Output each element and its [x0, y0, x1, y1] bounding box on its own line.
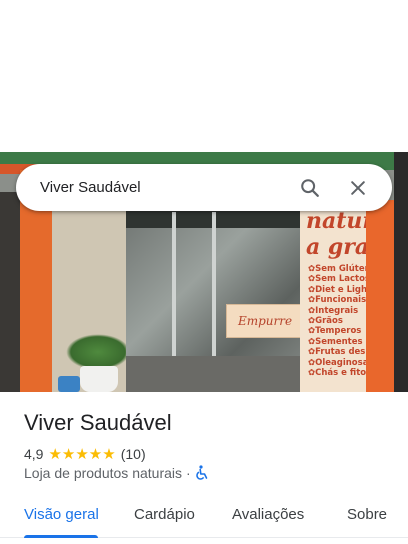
separator: · [186, 465, 191, 481]
rating-stars: ★★★★★ [48, 446, 116, 463]
photo-floor [126, 356, 304, 392]
photo-pot [80, 366, 118, 392]
category-row: Loja de produtos naturais · [24, 465, 209, 481]
sign-list-item: ✿Oleaginosas [308, 357, 366, 368]
photo-right-pillar [366, 200, 394, 392]
review-count[interactable]: (10) [121, 446, 146, 462]
search-bar[interactable]: Viver Saudável [16, 164, 392, 211]
search-query[interactable]: Viver Saudável [40, 179, 292, 196]
tab-about[interactable]: Sobre [347, 506, 387, 523]
sign-list: ✿Sem Glúten ✿Sem Lactose ✿Diet e Light ✿… [300, 264, 366, 378]
sign-headline-2: a gra [306, 234, 366, 260]
tab-overview[interactable]: Visão geral [24, 506, 99, 523]
door-sign: Empurre [226, 304, 304, 338]
sign-list-item: ✿Sem Lactose [308, 274, 366, 285]
sign-list-item: ✿Temperos [308, 326, 362, 337]
active-tab-indicator [24, 535, 98, 538]
sign-list-item: ✿Sementes [308, 336, 363, 347]
wheelchair-icon[interactable] [195, 465, 209, 481]
sign-list-item: ✿Diet e Light [308, 284, 366, 295]
search-icon [301, 178, 319, 197]
place-category: Loja de produtos naturais [24, 465, 182, 481]
rating-value: 4,9 [24, 446, 44, 462]
clear-search-button[interactable] [340, 170, 376, 206]
sign-list-item: ✿Frutas desid [308, 347, 366, 358]
sign-list-item: ✿Grãos [308, 316, 343, 327]
search-button[interactable] [292, 170, 328, 206]
sign-list-item: ✿Funcionais [308, 295, 366, 306]
sign-list-item: ✿Chás e fitote [308, 368, 366, 379]
sign-list-item: ✿Integrais [308, 305, 359, 316]
tab-menu[interactable]: Cardápio [134, 506, 195, 523]
storefront-sign: natur a gra ✿Sem Glúten ✿Sem Lactose ✿Di… [300, 208, 366, 392]
tab-reviews[interactable]: Avaliações [232, 506, 304, 523]
photo-left-interior [0, 192, 20, 392]
sign-headline-1: natur [306, 208, 366, 234]
rating-row[interactable]: 4,9 ★★★★★ (10) [24, 445, 146, 463]
photo-plant [66, 334, 130, 370]
close-icon [351, 180, 365, 195]
place-info-panel: Viver Saudável 4,9 ★★★★★ (10) Loja de pr… [0, 392, 408, 544]
sign-list-item: ✿Sem Glúten [308, 264, 366, 274]
tab-bar: Visão geral Cardápio Avaliações Sobre [0, 498, 408, 538]
place-name: Viver Saudável [24, 410, 172, 435]
photo-blue-pot [58, 376, 80, 392]
photo-right-edge [394, 152, 408, 392]
